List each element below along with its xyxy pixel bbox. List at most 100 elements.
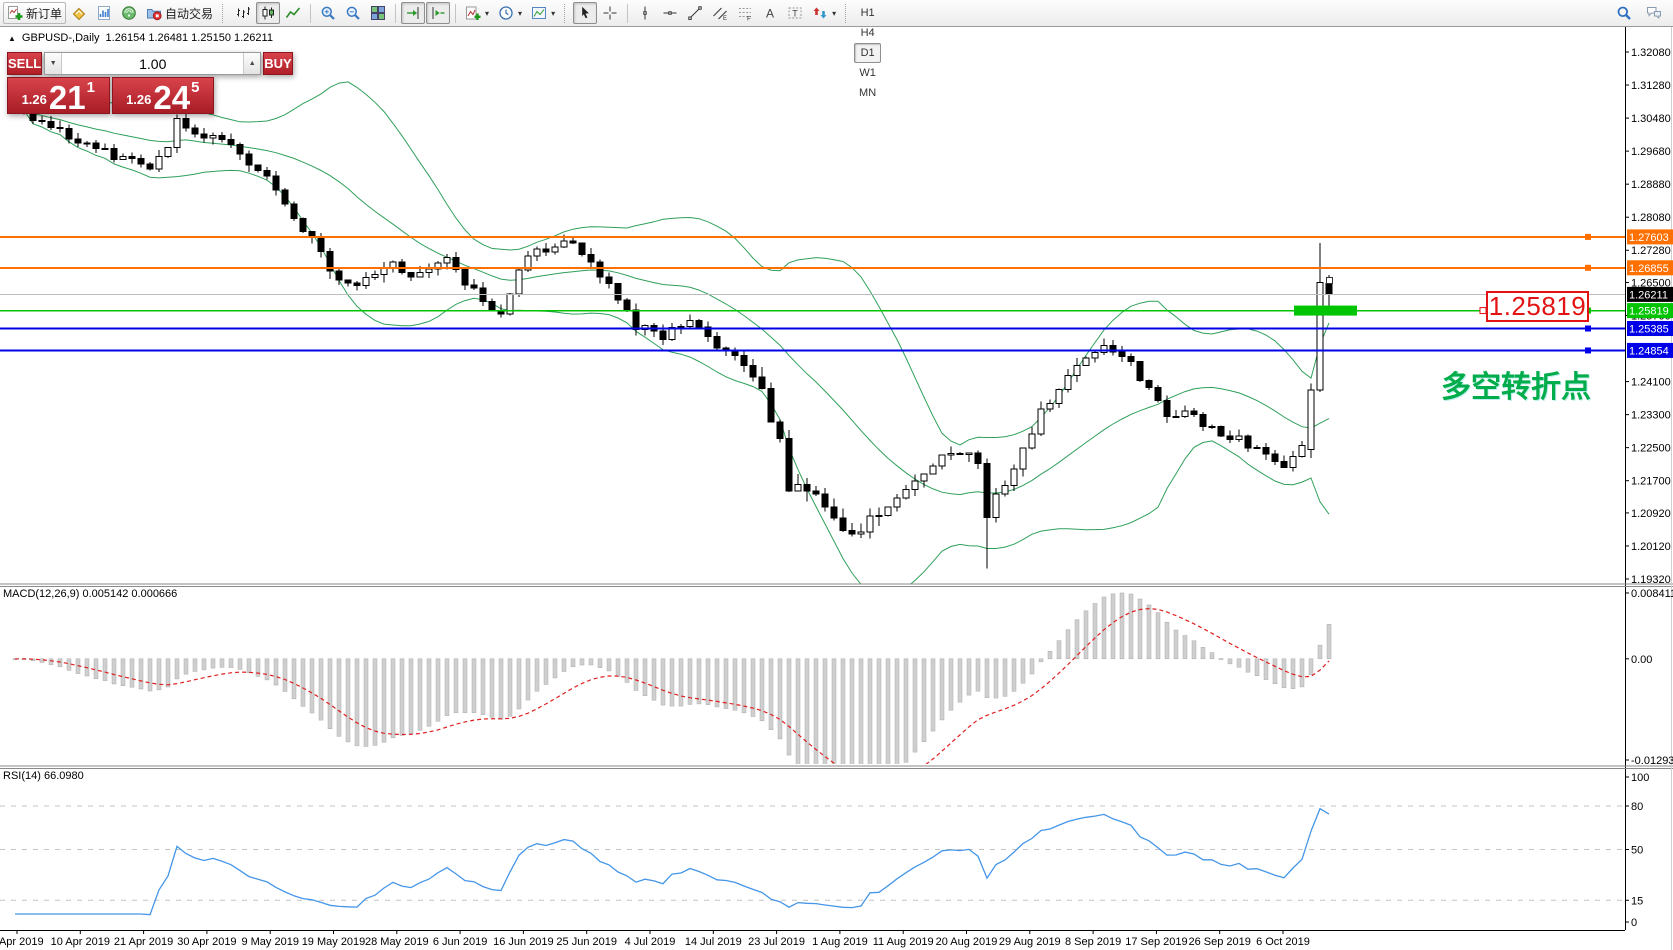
mt4-window: 1.320801.312801.304801.296801.288801.280… (0, 0, 1673, 950)
svg-text:1.31280: 1.31280 (1631, 80, 1671, 92)
text-label-icon: T (787, 5, 803, 21)
chart-line-button[interactable] (281, 2, 305, 24)
horizontal-line-button[interactable] (658, 2, 682, 24)
template-icon (531, 5, 547, 21)
report-button[interactable] (92, 2, 116, 24)
svg-text:1.21700: 1.21700 (1631, 476, 1671, 488)
chart-shift-button[interactable] (426, 2, 450, 24)
timeframe-button-mn[interactable]: MN (854, 83, 881, 103)
buy-price[interactable]: 1.26 24 5 (112, 77, 215, 114)
svg-text:16 Jun 2019: 16 Jun 2019 (493, 936, 554, 948)
svg-text:0.008411: 0.008411 (1631, 588, 1673, 600)
chat-button[interactable] (1642, 2, 1666, 24)
svg-text:26 Sep 2019: 26 Sep 2019 (1189, 936, 1251, 948)
svg-text:-0.012931: -0.012931 (1631, 755, 1673, 767)
chat-icon (1646, 5, 1662, 21)
timeframe-button-h4[interactable]: H4 (854, 23, 881, 43)
svg-text:80: 80 (1631, 801, 1643, 813)
timeframe-button-h1[interactable]: H1 (854, 3, 881, 23)
svg-text:1.20120: 1.20120 (1631, 541, 1671, 553)
svg-text:30 Apr 2019: 30 Apr 2019 (177, 936, 236, 948)
channel-button[interactable]: E (708, 2, 732, 24)
arrows-button[interactable]: ▾ (808, 2, 840, 24)
svg-text:50: 50 (1631, 845, 1643, 857)
rsi-indicator-label: RSI(14) 66.0980 (3, 770, 84, 782)
toolbar-separator (310, 4, 311, 23)
toolbar-grip (564, 4, 568, 23)
tile-windows-icon (370, 5, 386, 21)
symbol-period-label: GBPUSD-,Daily (22, 32, 100, 44)
trade-panel-top-row: SELL ▼ ▲ BUY (7, 52, 214, 75)
auto-trading-label: 自动交易 (165, 5, 213, 22)
svg-text:21 Apr 2019: 21 Apr 2019 (114, 936, 173, 948)
timeframe-button-w1[interactable]: W1 (854, 63, 881, 83)
svg-text:17 Sep 2019: 17 Sep 2019 (1125, 936, 1187, 948)
trendline-icon (687, 5, 703, 21)
volume-input[interactable] (62, 53, 243, 74)
arrows-icon (812, 5, 828, 21)
timeframe-button-d1[interactable]: D1 (854, 43, 881, 63)
new-order-button[interactable]: 新订单 (3, 2, 66, 24)
chart-bars-button[interactable] (231, 2, 255, 24)
svg-text:1 Apr 2019: 1 Apr 2019 (0, 936, 44, 948)
indicators-button[interactable]: ▾ (461, 2, 493, 24)
clock-icon (498, 5, 514, 21)
svg-text:1.25819: 1.25819 (1629, 306, 1669, 318)
templates-button[interactable]: ▾ (527, 2, 559, 24)
zoom-out-button[interactable] (341, 2, 365, 24)
cursor-button[interactable] (573, 2, 597, 24)
svg-text:25 Jun 2019: 25 Jun 2019 (556, 936, 617, 948)
dropdown-caret-icon: ▾ (485, 9, 489, 18)
trendline-button[interactable] (683, 2, 707, 24)
vertical-line-icon (637, 5, 653, 21)
text-label-button[interactable]: T (783, 2, 807, 24)
svg-text:14 Jul 2019: 14 Jul 2019 (685, 936, 742, 948)
svg-text:0: 0 (1631, 917, 1637, 929)
auto-trading-button[interactable]: 自动交易 (142, 2, 217, 24)
vertical-line-button[interactable] (633, 2, 657, 24)
sell-button[interactable]: SELL (7, 52, 42, 75)
svg-text:1.26855: 1.26855 (1629, 263, 1669, 275)
ohlc-values: 1.26154 1.26481 1.25150 1.26211 (106, 32, 273, 44)
svg-text:E: E (723, 16, 727, 21)
chart-annotation-text[interactable]: 多空转折点 (1441, 362, 1591, 406)
svg-text:15: 15 (1631, 895, 1643, 907)
search-icon (1616, 5, 1632, 21)
chart-title: ▲ GBPUSD-,Daily 1.26154 1.26481 1.25150 … (8, 32, 273, 44)
price-level-callout[interactable]: 1.25819 (1486, 291, 1589, 322)
svg-text:1.28880: 1.28880 (1631, 179, 1671, 191)
fibonacci-button[interactable]: F (733, 2, 757, 24)
signals-button[interactable] (117, 2, 141, 24)
svg-text:1.32080: 1.32080 (1631, 47, 1671, 59)
svg-text:F: F (747, 16, 751, 22)
search-button[interactable] (1612, 2, 1636, 24)
tile-windows-button[interactable] (366, 2, 390, 24)
sell-price[interactable]: 1.26 21 1 (7, 77, 110, 114)
auto-scroll-button[interactable] (401, 2, 425, 24)
text-button[interactable]: A (758, 2, 782, 24)
svg-text:1.24100: 1.24100 (1631, 377, 1671, 389)
history-button[interactable] (67, 2, 91, 24)
trade-panel-price-row: 1.26 21 1 1.26 24 5 (7, 77, 214, 114)
chart-candles-button[interactable] (256, 2, 280, 24)
toolbar-separator (455, 4, 456, 23)
svg-text:20 Aug 2019: 20 Aug 2019 (936, 936, 998, 948)
cursor-icon (577, 5, 593, 21)
buy-button[interactable]: BUY (263, 52, 292, 75)
crosshair-button[interactable] (598, 2, 622, 24)
one-click-trading-panel: SELL ▼ ▲ BUY 1.26 21 1 1.26 24 5 (7, 52, 214, 114)
fibonacci-icon: F (737, 5, 753, 21)
signal-sonar-icon (121, 5, 137, 21)
candlestick-chart-icon (260, 5, 276, 21)
zoom-in-button[interactable] (316, 2, 340, 24)
toolbar-grip (222, 4, 226, 23)
chart-canvas[interactable]: 1.320801.312801.304801.296801.288801.280… (0, 0, 1673, 950)
toolbar: 新订单 自动交易 ▾ ▾ ▾ E F A T ▾ (0, 0, 1673, 27)
volume-stepper: ▼ ▲ (44, 52, 261, 75)
dropdown-caret-icon: ▾ (832, 9, 836, 18)
collapse-arrow-icon[interactable]: ▲ (8, 34, 16, 43)
volume-decrease-button[interactable]: ▼ (45, 53, 62, 74)
equidistant-channel-icon: E (712, 5, 728, 21)
volume-increase-button[interactable]: ▲ (243, 53, 260, 74)
periods-button[interactable]: ▾ (494, 2, 526, 24)
